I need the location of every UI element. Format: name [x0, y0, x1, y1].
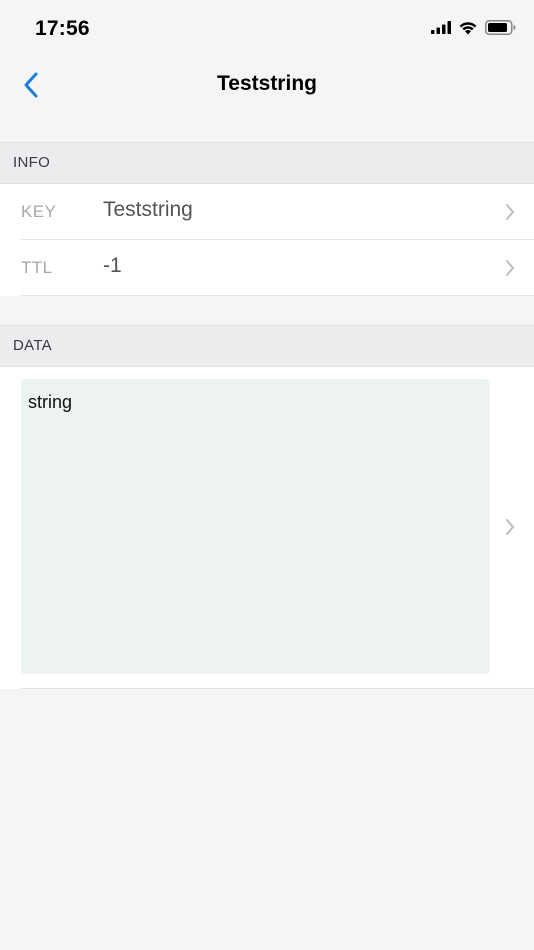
info-group: KEY Teststring TTL -1	[0, 184, 534, 296]
row-divider	[21, 688, 534, 689]
signal-icon	[431, 21, 451, 34]
status-time: 17:56	[35, 17, 90, 40]
section-header-data: DATA	[0, 325, 534, 367]
section-header-info: INFO	[0, 142, 534, 184]
data-value: string	[28, 392, 73, 412]
ttl-label: TTL	[21, 258, 53, 277]
page-title: Teststring	[217, 72, 317, 95]
wifi-icon	[459, 22, 477, 35]
key-label: KEY	[21, 202, 57, 221]
chevron-right-icon	[506, 519, 514, 535]
data-value-box: string	[21, 379, 490, 674]
battery-icon	[485, 20, 516, 35]
nav-bar: Teststring	[0, 58, 534, 142]
key-row[interactable]: KEY Teststring	[0, 184, 534, 240]
section-header-label: INFO	[13, 154, 51, 171]
chevron-right-icon	[506, 204, 514, 220]
chevron-right-icon	[506, 260, 514, 276]
data-row[interactable]: string	[0, 367, 534, 689]
key-value: Teststring	[103, 198, 193, 221]
data-group: string	[0, 367, 534, 689]
section-header-label: DATA	[13, 337, 52, 354]
ttl-row[interactable]: TTL -1	[0, 240, 534, 296]
ttl-value: -1	[103, 254, 122, 277]
status-bar: 17:56	[0, 0, 534, 58]
row-divider	[21, 295, 534, 296]
status-icons	[431, 20, 516, 35]
